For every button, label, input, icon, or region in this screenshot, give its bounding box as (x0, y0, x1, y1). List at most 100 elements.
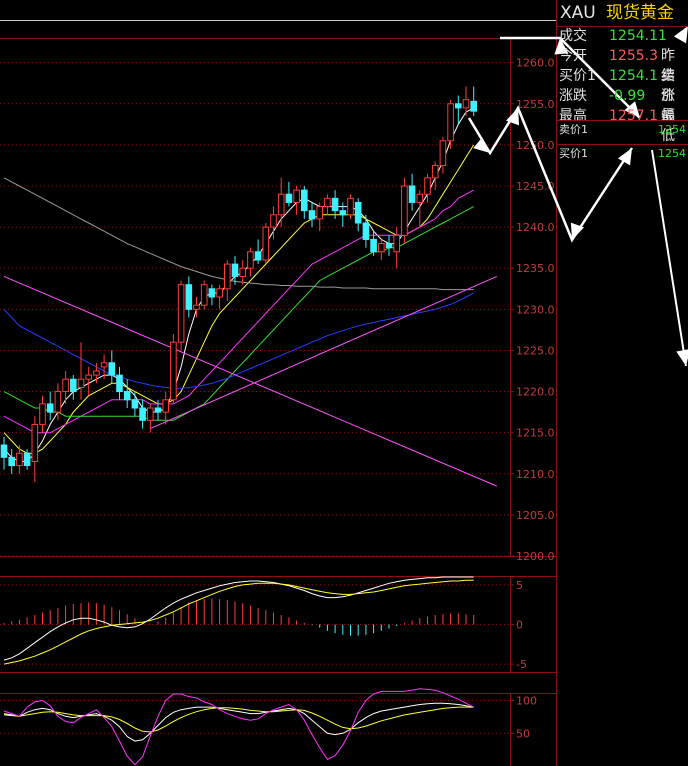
candle-body (401, 185, 408, 236)
candle-body (385, 243, 393, 249)
macd-tick-label: 0 (516, 619, 523, 632)
candle-body (447, 103, 454, 142)
symbol-code: XAU (560, 3, 596, 23)
order-book-label: 买价1 (559, 147, 588, 160)
candle-body (408, 185, 416, 203)
candle-body (224, 263, 231, 290)
symbol-name: 现货黄金 (606, 3, 674, 23)
candle-body (77, 378, 85, 388)
candle-body (131, 399, 139, 409)
kdj-tick-label: 100 (516, 695, 537, 708)
price-tick-label: 1205.0 (516, 509, 555, 522)
quote-row: 成交 1254.11 (557, 26, 688, 46)
order-book-label: 卖价1 (559, 123, 588, 136)
candle-body (462, 99, 470, 109)
candle-body (247, 251, 254, 269)
quote-value: 1255.3 (609, 48, 658, 64)
quote-row: 涨跌 -0.99 涨幅 (557, 86, 688, 124)
quote-value: 1254.11 (609, 28, 667, 44)
price-tick-label: 1260.0 (516, 57, 555, 70)
candle-body (46, 403, 54, 413)
candle-body (339, 210, 347, 216)
quote-row: 买价1 1254.1 卖价 (557, 66, 688, 104)
candle-body (370, 238, 377, 253)
quote-separator (557, 120, 688, 121)
price-tick-label: 1240.0 (516, 221, 555, 234)
order-book-value: 1254 (658, 147, 686, 160)
candle-body (262, 226, 270, 261)
candle-body (139, 407, 146, 421)
candle-body (362, 222, 370, 240)
candle-body (100, 362, 108, 368)
macd-tick-label: 5 (516, 579, 523, 592)
quote-row: 今开 1255.3 昨结 (557, 46, 688, 84)
price-tick-label: 1255.0 (516, 98, 555, 111)
candle-body (62, 378, 69, 393)
candle-body (0, 444, 8, 458)
candle-body (277, 193, 285, 216)
candle-body (347, 197, 354, 216)
quote-value: 1254.1 (609, 68, 658, 84)
candle-body (70, 378, 77, 393)
candle-body (93, 370, 100, 376)
candle-body (254, 251, 262, 261)
price-tick-label: 1230.0 (516, 303, 555, 316)
order-book-value: 1254 (658, 123, 686, 136)
price-tick-label: 1215.0 (516, 427, 555, 440)
order-book-row: 卖价1 1254 (557, 122, 688, 138)
quote-label: 成交 (559, 28, 587, 44)
candle-body (378, 243, 385, 253)
price-tick-label: 1210.0 (516, 468, 555, 481)
macd-tick-label: -5 (516, 658, 527, 671)
candle-body (216, 288, 223, 298)
kdj-tick-label: 50 (516, 727, 530, 740)
candle-body (54, 391, 62, 413)
candle-body (424, 177, 431, 195)
quote-value: -0.99 (609, 88, 646, 104)
candle-body (31, 423, 39, 462)
quote-separator (557, 26, 688, 27)
candle-body (301, 189, 308, 212)
candle-body (154, 407, 162, 413)
candle-body (200, 284, 208, 306)
candle-body (308, 210, 316, 220)
candle-body (162, 399, 169, 413)
candle-body (431, 164, 439, 179)
candle-body (123, 391, 131, 401)
candle-body (23, 452, 31, 467)
candle-body (208, 288, 216, 298)
candle-body (470, 100, 477, 112)
quote-label: 今开 (559, 48, 587, 64)
candle-body (177, 284, 185, 343)
candle-body (331, 197, 339, 212)
candle-body (393, 234, 400, 253)
candle-body (193, 304, 200, 310)
candle-body (239, 267, 246, 277)
candle-body (39, 403, 46, 425)
candle-body (416, 193, 424, 203)
candle-body (354, 201, 362, 224)
candle-body (324, 197, 331, 208)
candle-body (147, 407, 154, 421)
price-tick-label: 1220.0 (516, 386, 555, 399)
order-book-row: 买价1 1254 (557, 146, 688, 162)
candle-body (293, 189, 300, 203)
candle-body (270, 214, 277, 228)
price-tick-label: 1200.0 (516, 550, 555, 563)
quote-panel: XAU 现货黄金 成交 1254.11 今开 1255.3 昨结 买价1 1254.1 卖价涨… (557, 0, 688, 766)
candle-body (116, 374, 123, 393)
quote-separator (557, 144, 688, 145)
price-tick-label: 1235.0 (516, 262, 555, 275)
price-tick-label: 1225.0 (516, 344, 555, 357)
candle-body (16, 452, 23, 467)
candle-body (455, 103, 462, 109)
quote-label: 涨跌 (559, 88, 587, 104)
candle-body (8, 456, 15, 467)
candle-body (85, 374, 93, 380)
candle-body (316, 206, 323, 220)
candle-body (170, 341, 177, 401)
quote-label: 买价1 (559, 68, 596, 84)
candle-body (108, 362, 116, 376)
candle-body (231, 263, 239, 277)
candle-body (185, 284, 193, 310)
